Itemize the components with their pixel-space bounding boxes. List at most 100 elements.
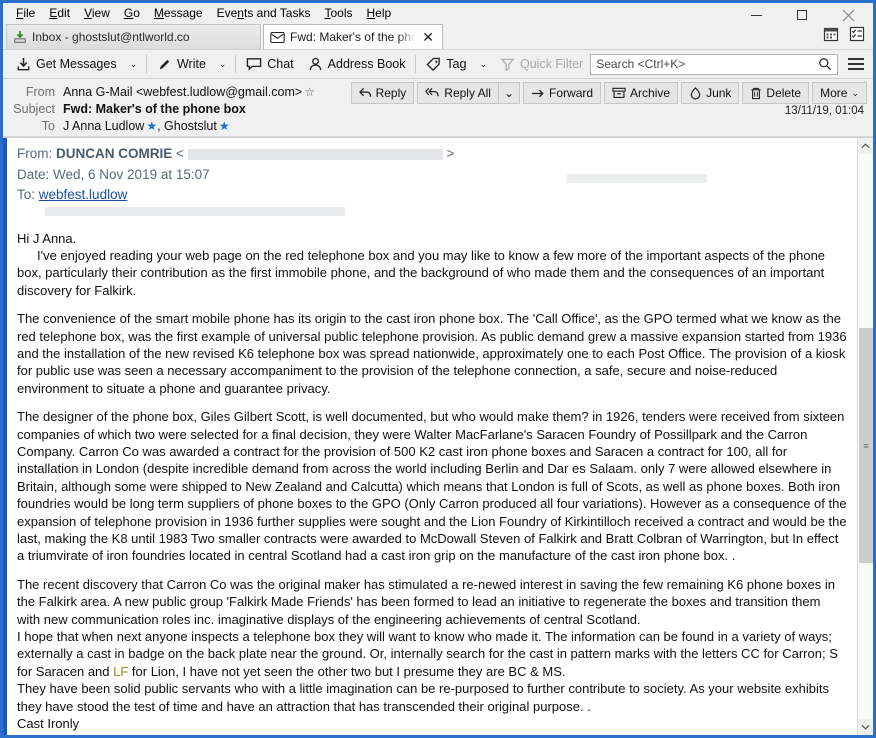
body-paragraph-5-part-b: for Lion, I have not yet seen the other …: [128, 663, 566, 679]
menu-item-tools[interactable]: Tools: [317, 5, 359, 21]
more-caret-icon: ⌄: [851, 87, 859, 98]
forwarded-to-link[interactable]: webfest.ludlow: [39, 187, 128, 202]
tab-message-label: Fwd: Maker's of the phone b: [290, 30, 416, 44]
inbox-icon: [14, 30, 26, 43]
junk-button[interactable]: Junk: [681, 82, 740, 104]
forwarded-message-header: From: DUNCAN COMRIE < > Date: Wed, 6 Nov…: [17, 144, 847, 216]
tab-close-icon[interactable]: ✕: [420, 30, 434, 44]
funnel-icon: [500, 58, 515, 71]
forwarded-from-bracket-close: >: [446, 146, 455, 161]
recipient-2-star-icon[interactable]: ★: [217, 119, 230, 133]
from-label: From: [25, 84, 55, 99]
reply-all-button[interactable]: Reply All: [417, 82, 499, 104]
body-paragraph-1-text: I've enjoyed reading your web page on th…: [17, 247, 826, 298]
body-paragraph-6: They have been solid public servants who…: [17, 681, 829, 714]
body-lion-foundry-abbrev: LF: [113, 663, 129, 679]
message-body-pane: From: DUNCAN COMRIE < > Date: Wed, 6 Nov…: [3, 137, 873, 735]
archive-label: Archive: [630, 86, 671, 100]
archive-button[interactable]: Archive: [604, 82, 679, 104]
pencil-icon: [159, 59, 170, 69]
menu-item-message[interactable]: Message: [147, 5, 210, 21]
scrollbar-grip-icon: ≡: [863, 440, 869, 451]
archive-icon: [612, 87, 626, 98]
redacted-region-2: [45, 206, 345, 216]
body-greeting: Hi J Anna.: [17, 230, 77, 246]
write-dropdown[interactable]: ⌄: [213, 56, 233, 73]
get-messages-button[interactable]: Get Messages: [9, 54, 124, 75]
menu-item-go[interactable]: Go: [117, 5, 147, 21]
menu-item-edit[interactable]: Edit: [42, 5, 77, 21]
body-paragraph-2: The convenience of the smart mobile phon…: [17, 311, 847, 396]
delete-label: Delete: [766, 86, 802, 100]
tab-inbox[interactable]: Inbox - ghostslut@ntlworld.co: [6, 24, 261, 49]
signature-line-1: Cast Ironly: [17, 716, 80, 732]
write-button[interactable]: Write: [150, 54, 213, 75]
subject-value: Fwd: Maker's of the phone box: [63, 101, 246, 116]
redacted-email-address: [187, 148, 443, 160]
subject-label: Subject: [13, 101, 55, 116]
toolbar-divider: [146, 55, 147, 73]
toolbar-divider-2: [235, 55, 237, 73]
quick-filter-button[interactable]: Quick Filter: [493, 54, 590, 75]
reply-all-dropdown[interactable]: ⌄: [498, 82, 521, 104]
more-button[interactable]: More ⌄: [812, 82, 867, 104]
more-label: More: [820, 86, 848, 100]
body-paragraph-4: The recent discovery that Carron Co was …: [17, 576, 835, 627]
write-label: Write: [176, 57, 206, 71]
chat-button[interactable]: Chat: [239, 54, 300, 74]
header-to-row: To J Anna Ludlow ★ , Ghostslut ★: [11, 117, 865, 134]
hamburger-line-3: [848, 68, 864, 70]
message-action-bar: Reply Reply All ⌄ Forward Archive Junk D…: [348, 82, 867, 104]
app-menu-button[interactable]: [848, 58, 864, 70]
forwarded-from-line: From: DUNCAN COMRIE < >: [17, 144, 847, 165]
vertical-scrollbar[interactable]: ≡: [857, 138, 873, 735]
tag-label: Tag: [446, 57, 467, 71]
address-book-button[interactable]: Address Book: [301, 54, 413, 75]
download-icon: [17, 57, 30, 70]
delete-button[interactable]: Delete: [742, 82, 810, 104]
scroll-down-arrow-icon[interactable]: [861, 719, 870, 735]
recipient-1-star-icon[interactable]: ★: [144, 119, 157, 133]
tab-strip: Inbox - ghostslut@ntlworld.co Fwd: Maker…: [3, 23, 873, 49]
address-book-label: Address Book: [327, 57, 406, 71]
recipient-1[interactable]: J Anna Ludlow: [63, 119, 144, 133]
tag-icon: [426, 57, 441, 71]
tab-strip-icons: [823, 26, 865, 42]
tag-dropdown[interactable]: ⌄: [473, 56, 493, 73]
forwarded-from-label: From:: [17, 146, 53, 161]
recipient-2[interactable]: , Ghostslut: [157, 119, 217, 133]
body-paragraph-5: I hope that when next anyone inspects a …: [17, 628, 847, 680]
forwarded-to-line: To: webfest.ludlow: [17, 185, 847, 206]
from-value[interactable]: Anna G-Mail <webfest.ludlow@gmail.com>: [63, 85, 302, 99]
scrollbar-thumb[interactable]: ≡: [859, 328, 873, 563]
menu-item-help[interactable]: Help: [359, 5, 398, 21]
menu-item-file[interactable]: File: [9, 5, 42, 21]
search-icon[interactable]: [818, 57, 832, 71]
scroll-up-arrow-icon[interactable]: [861, 138, 870, 154]
chat-icon: [247, 58, 262, 71]
person-icon: [309, 57, 321, 70]
reply-all-label: Reply All: [444, 86, 491, 100]
forward-button[interactable]: Forward: [523, 82, 602, 104]
tag-button[interactable]: Tag: [419, 54, 473, 75]
main-toolbar: Get Messages ⌄ Write ⌄ Chat Address Book: [3, 49, 873, 79]
message-timestamp: 13/11/19, 01:04: [784, 105, 864, 117]
body-paragraph-3: The designer of the phone box, Giles Gil…: [17, 409, 847, 564]
mail-icon: [270, 31, 285, 43]
tasks-icon[interactable]: [849, 26, 865, 42]
tab-inbox-label: Inbox - ghostslut@ntlworld.co: [32, 30, 190, 44]
reply-button[interactable]: Reply: [350, 82, 415, 104]
chat-label: Chat: [267, 57, 294, 71]
hamburger-line-1: [848, 58, 864, 60]
menu-item-view[interactable]: View: [77, 5, 117, 21]
tab-message[interactable]: Fwd: Maker's of the phone b ✕: [263, 24, 443, 49]
trash-icon: [751, 87, 762, 99]
junk-label: Junk: [706, 86, 732, 100]
search-box[interactable]: [590, 53, 838, 75]
menu-item-events-and-tasks[interactable]: Events and Tasks: [210, 5, 318, 21]
star-icon[interactable]: ☆: [302, 85, 315, 99]
to-label: To: [41, 118, 55, 133]
get-messages-dropdown[interactable]: ⌄: [124, 56, 144, 73]
calendar-icon[interactable]: [823, 26, 839, 42]
search-input[interactable]: [596, 57, 818, 71]
